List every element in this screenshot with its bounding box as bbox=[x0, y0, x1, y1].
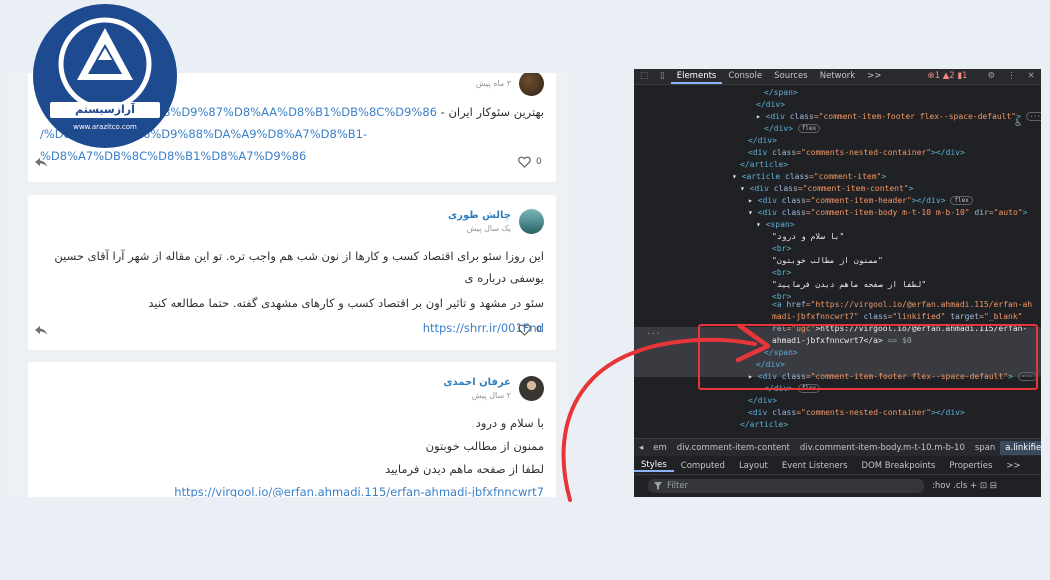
breadcrumb-arrow-icon[interactable]: ◂ bbox=[634, 443, 648, 453]
filter-icon bbox=[654, 482, 662, 490]
dom-line[interactable]: </article> bbox=[634, 419, 1041, 431]
dom-line[interactable]: ▾ <span> bbox=[634, 219, 1041, 231]
heart-icon bbox=[518, 324, 531, 336]
comment-body: با سلام و درود ممنون از مطالب خوبتون لطف… bbox=[40, 412, 544, 497]
brand-site: www.arazitco.com bbox=[73, 123, 137, 131]
like-button[interactable]: 0 bbox=[518, 156, 542, 168]
dom-tree: ··· ♿ </span> </div> ▸ <div class="comme… bbox=[634, 87, 1041, 437]
comment-footer: 0 bbox=[35, 323, 544, 341]
filter-input[interactable]: Filter bbox=[648, 479, 924, 493]
comment-time: یک سال پیش bbox=[466, 223, 511, 233]
dom-line[interactable]: ▾ <div class="comment-item-body m-t-10 m… bbox=[634, 207, 1041, 219]
brand-logo: آرازسیستم www.arazitco.com bbox=[30, 2, 180, 150]
tab-dom-breakpoints[interactable]: DOM Breakpoints bbox=[855, 461, 943, 471]
breadcrumb-item[interactable]: span bbox=[970, 443, 1000, 453]
dom-line[interactable]: </article> bbox=[634, 159, 1041, 171]
issue-badges[interactable]: ⊗1 ▲2 ▮1 bbox=[927, 71, 967, 84]
dom-line[interactable]: "لطفا از صفحه ماهم دیدن فرمایید" bbox=[634, 279, 1041, 291]
dom-line[interactable]: </span> bbox=[634, 87, 1041, 99]
avatar[interactable] bbox=[519, 208, 544, 234]
tab-event-listeners[interactable]: Event Listeners bbox=[775, 461, 855, 471]
avatar[interactable] bbox=[519, 73, 544, 96]
comment-text: سئو در مشهد و تاثیر اون بر اقتصاد کسب و … bbox=[148, 296, 544, 310]
breadcrumb-item[interactable]: div.comment-item-content bbox=[672, 443, 795, 453]
tab-computed[interactable]: Computed bbox=[674, 461, 732, 471]
reply-icon[interactable] bbox=[34, 157, 48, 169]
style-tools[interactable]: :hov .cls + ⊡ ⊟ bbox=[932, 481, 997, 491]
comment-link[interactable]: https://virgool.io/@erfan.ahmadi.115/erf… bbox=[40, 481, 544, 497]
comment-card: عرفان احمدی ۲ سال پیش با سلام و درود ممن… bbox=[28, 362, 556, 497]
brand-name: آرازسیستم bbox=[75, 103, 135, 116]
comment-time: ۳ ماه پیش bbox=[475, 78, 511, 88]
devtools-panel: ⬚ ▯ Elements Console Sources Network >> … bbox=[634, 69, 1041, 497]
tab-elements[interactable]: Elements bbox=[670, 71, 723, 84]
like-count: 0 bbox=[536, 157, 542, 167]
dom-line[interactable]: "ممنون از مطالب خوبتون" bbox=[634, 255, 1041, 267]
styles-tab-bar: Styles Computed Layout Event Listeners D… bbox=[634, 457, 1041, 475]
dom-line-selected[interactable]: <a href="https://virgool.io/@erfan.ahmad… bbox=[634, 299, 1041, 311]
dom-line[interactable]: <br> bbox=[634, 267, 1041, 279]
gear-icon[interactable]: ⚙ bbox=[981, 71, 1001, 84]
flex-badge: flex bbox=[797, 124, 821, 133]
like-button[interactable]: 0 bbox=[518, 324, 542, 336]
dom-line[interactable]: ▸ <div class="comment-item-header"></div… bbox=[634, 195, 1041, 207]
ellipsis-pill: ··· bbox=[1025, 112, 1041, 121]
comment-card: چالش طوری یک سال پیش این روزا سئو برای ا… bbox=[28, 195, 556, 350]
comment-time: ۲ سال پیش bbox=[471, 390, 511, 400]
breadcrumb-item[interactable]: div.comment-item-body.m-t-10.m-b-10 bbox=[795, 443, 970, 453]
tab-sources[interactable]: Sources bbox=[768, 71, 814, 84]
comment-header: چالش طوری یک سال پیش bbox=[448, 207, 544, 235]
dom-line[interactable]: ▸ <div class="comment-item-footer flex--… bbox=[634, 111, 1041, 123]
comment-text: این روزا سئو برای اقتصاد کسب و کارها از … bbox=[54, 249, 544, 285]
dom-line[interactable]: </div> bbox=[634, 395, 1041, 407]
highlight-box bbox=[698, 324, 1038, 390]
reply-icon[interactable] bbox=[34, 325, 48, 337]
comment-author[interactable]: عرفان احمدی bbox=[443, 377, 511, 388]
tab-network[interactable]: Network bbox=[814, 71, 862, 84]
breadcrumb-item-active[interactable]: a.linkified bbox=[1000, 440, 1041, 455]
comment-header: عرفان احمدی ۲ سال پیش bbox=[443, 374, 544, 402]
like-count: 0 bbox=[536, 325, 542, 335]
comment-text: با سلام و درود bbox=[475, 416, 544, 430]
dom-line[interactable]: <div class="comments-nested-container"><… bbox=[634, 407, 1041, 419]
dom-line[interactable]: ▾ <div class="comment-item-content"> bbox=[634, 183, 1041, 195]
breadcrumb: ◂ em div.comment-item-content div.commen… bbox=[634, 438, 1041, 456]
dom-line[interactable]: <div class="comments-nested-container"><… bbox=[634, 147, 1041, 159]
dom-line[interactable]: </div> bbox=[634, 99, 1041, 111]
comment-author[interactable]: چالش طوری bbox=[448, 210, 511, 221]
comment-footer: 0 bbox=[35, 155, 544, 173]
dom-line[interactable]: <br> bbox=[634, 243, 1041, 255]
more-style-tabs-button[interactable]: >> bbox=[999, 461, 1027, 471]
more-tabs-button[interactable]: >> bbox=[861, 71, 887, 84]
device-toggle-icon[interactable]: ▯ bbox=[654, 71, 671, 84]
heart-icon bbox=[518, 156, 531, 168]
comment-text: بهترین سئوکار ایران - bbox=[440, 105, 544, 119]
styles-filter-bar: Filter :hov .cls + ⊡ ⊟ bbox=[634, 476, 1041, 496]
tab-properties[interactable]: Properties bbox=[942, 461, 999, 471]
dom-line[interactable]: </div> flex bbox=[634, 123, 1041, 135]
tab-console[interactable]: Console bbox=[722, 71, 768, 84]
dom-line[interactable]: ▾ <article class="comment-item"> bbox=[634, 171, 1041, 183]
devtools-tab-bar: ⬚ ▯ Elements Console Sources Network >> … bbox=[634, 69, 1041, 85]
kebab-menu-icon[interactable]: ⋮ bbox=[1001, 71, 1022, 84]
comment-text: لطفا از صفحه ماهم دیدن فرمایید bbox=[385, 462, 544, 476]
inspect-icon[interactable]: ⬚ bbox=[634, 71, 654, 84]
close-icon[interactable]: ✕ bbox=[1022, 71, 1041, 84]
avatar[interactable] bbox=[519, 375, 544, 401]
tab-layout[interactable]: Layout bbox=[732, 461, 775, 471]
breadcrumb-item[interactable]: em bbox=[648, 443, 672, 453]
comment-text: ممنون از مطالب خوبتون bbox=[425, 439, 544, 453]
dom-line-selected[interactable]: madi-jbfxfnncwrt7" class="linkified" tar… bbox=[634, 311, 1041, 323]
comment-header: ۳ ماه پیش bbox=[476, 73, 544, 97]
dom-line[interactable]: "با سلام و درود" bbox=[634, 231, 1041, 243]
tab-styles[interactable]: Styles bbox=[634, 460, 674, 472]
dom-line[interactable]: </div> bbox=[634, 135, 1041, 147]
